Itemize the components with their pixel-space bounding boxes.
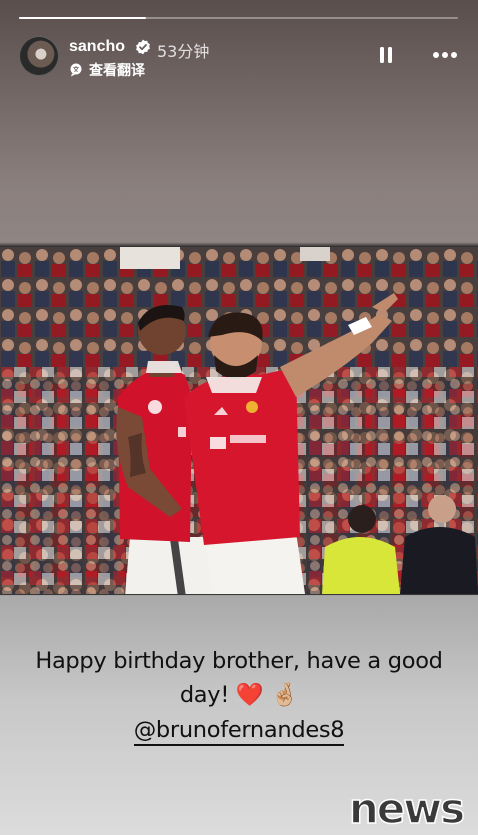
story-viewer[interactable]: sancho 53分钟 查看翻译 Happy birthday brother,… (0, 0, 478, 835)
story-header: sancho 53分钟 查看翻译 (19, 35, 458, 79)
news-watermark-logo: news (348, 783, 467, 833)
post-time: 53分钟 (157, 42, 210, 61)
caption-line-2: day! ❤️ 🤞🏼 (179, 682, 299, 708)
svg-text:news: news (349, 784, 464, 833)
caption-line-1: Happy birthday brother, have a good (35, 648, 443, 674)
mention-link[interactable]: @brunofernandes8 (133, 716, 345, 746)
story-progress-fill (19, 17, 147, 19)
more-options-icon[interactable] (432, 51, 458, 59)
pause-icon[interactable] (378, 46, 394, 64)
story-photo (0, 247, 478, 594)
verified-badge-icon (136, 39, 150, 55)
avatar[interactable] (19, 36, 59, 76)
translate-label: 查看翻译 (89, 63, 145, 79)
translate-button[interactable]: 查看翻译 (69, 60, 145, 80)
story-progress-bar (19, 17, 458, 19)
story-caption: Happy birthday brother, have a good day!… (20, 644, 458, 747)
username[interactable]: sancho (69, 38, 125, 56)
translate-icon (70, 63, 82, 77)
